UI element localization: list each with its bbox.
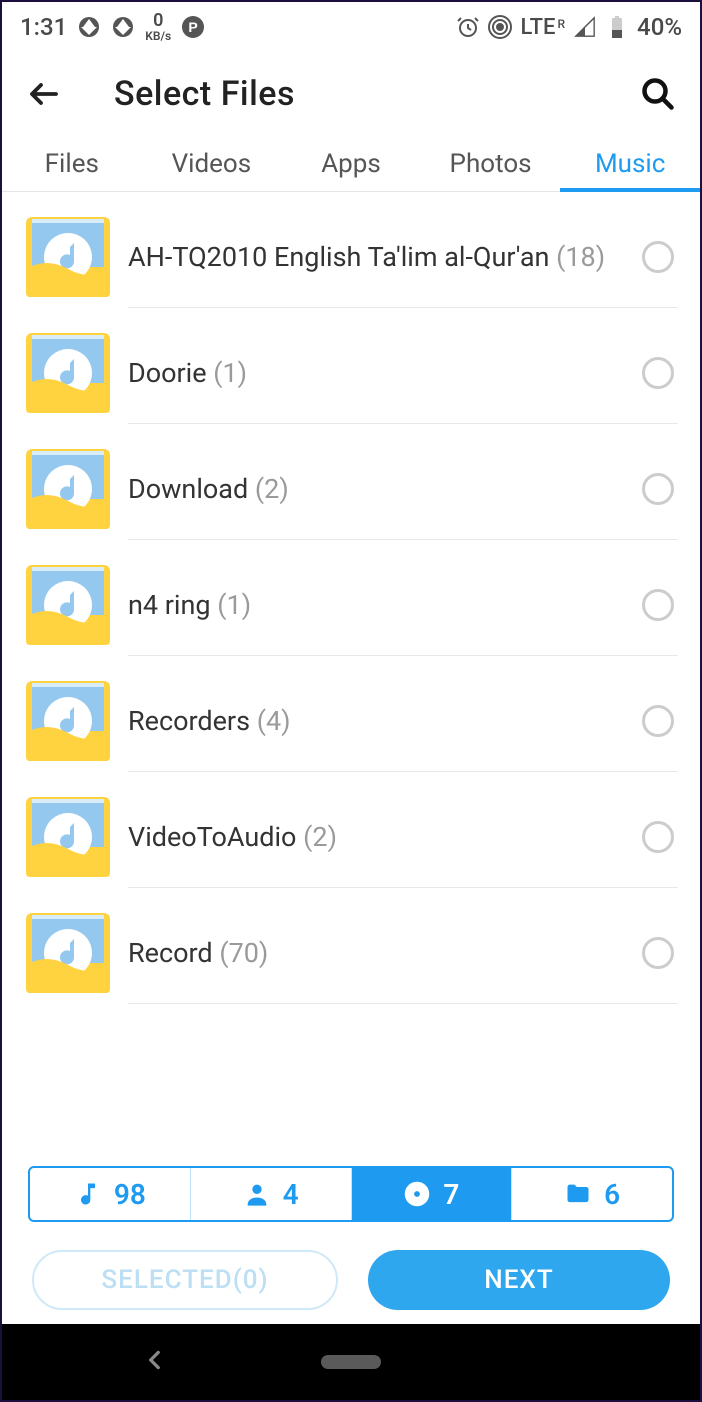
folder-music-icon xyxy=(24,909,112,997)
svg-text:P: P xyxy=(189,19,198,35)
nav-home-pill[interactable] xyxy=(321,1355,381,1369)
status-time: 1:31 xyxy=(20,13,67,41)
count-music[interactable]: 98 xyxy=(30,1168,191,1220)
select-radio[interactable] xyxy=(642,473,674,505)
tab-music[interactable]: Music xyxy=(560,136,700,191)
status-right: LTE R 40% xyxy=(456,13,682,41)
network-speed: 0 KB/s xyxy=(145,12,171,42)
select-radio[interactable] xyxy=(642,821,674,853)
select-radio[interactable] xyxy=(642,937,674,969)
category-counts: 98 4 7 6 xyxy=(28,1166,674,1222)
item-name: n4 ring (1) xyxy=(128,589,622,621)
list-item[interactable]: Record (70) xyxy=(2,888,700,1004)
item-name: VideoToAudio (2) xyxy=(128,821,622,853)
list-item[interactable]: Doorie (1) xyxy=(2,308,700,424)
item-name: Download (2) xyxy=(128,473,622,505)
select-radio[interactable] xyxy=(642,241,674,273)
count-disc[interactable]: 7 xyxy=(352,1168,513,1220)
page-title: Select Files xyxy=(114,74,295,114)
status-bar: 1:31 0 KB/s P LTE R 40% xyxy=(2,2,700,52)
network-roaming: R xyxy=(557,17,565,31)
select-radio[interactable] xyxy=(642,705,674,737)
select-radio[interactable] xyxy=(642,357,674,389)
count-people[interactable]: 4 xyxy=(191,1168,352,1220)
folder-music-icon xyxy=(24,213,112,301)
tabs: Files Videos Apps Photos Music xyxy=(2,136,700,192)
item-name: Doorie (1) xyxy=(128,357,622,389)
item-name: Recorders (4) xyxy=(128,705,622,737)
folder-music-icon xyxy=(24,329,112,417)
count-folder[interactable]: 6 xyxy=(512,1168,672,1220)
selected-button[interactable]: SELECTED(0) xyxy=(32,1250,338,1310)
list-item[interactable]: Download (2) xyxy=(2,424,700,540)
battery-percent: 40% xyxy=(637,13,682,41)
header: Select Files xyxy=(2,52,700,136)
list-item[interactable]: VideoToAudio (2) xyxy=(2,772,700,888)
list-item[interactable]: n4 ring (1) xyxy=(2,540,700,656)
back-button[interactable] xyxy=(24,74,64,114)
status-left: 1:31 0 KB/s P xyxy=(20,12,205,42)
p-icon: P xyxy=(181,15,205,39)
folder-music-icon xyxy=(24,793,112,881)
music-folder-list: AH-TQ2010 English Ta'lim al-Qur'an (18) … xyxy=(2,192,700,1004)
network-type: LTE xyxy=(520,15,555,40)
next-button[interactable]: NEXT xyxy=(368,1250,670,1310)
item-name: Record (70) xyxy=(128,937,622,969)
battery-icon xyxy=(605,15,629,39)
item-name: AH-TQ2010 English Ta'lim al-Qur'an (18) xyxy=(128,241,622,273)
folder-music-icon xyxy=(24,445,112,533)
hotspot-icon xyxy=(488,15,512,39)
nav-back-icon[interactable] xyxy=(142,1347,168,1377)
action-buttons: SELECTED(0) NEXT xyxy=(32,1250,670,1310)
tab-photos[interactable]: Photos xyxy=(421,136,561,191)
list-item[interactable]: Recorders (4) xyxy=(2,656,700,772)
signal-icon xyxy=(573,15,597,39)
folder-music-icon xyxy=(24,561,112,649)
alarm-icon xyxy=(456,15,480,39)
select-radio[interactable] xyxy=(642,589,674,621)
tab-apps[interactable]: Apps xyxy=(281,136,421,191)
tab-videos[interactable]: Videos xyxy=(142,136,282,191)
tab-files[interactable]: Files xyxy=(2,136,142,191)
list-item[interactable]: AH-TQ2010 English Ta'lim al-Qur'an (18) xyxy=(2,192,700,308)
camera-aperture-icon xyxy=(77,15,101,39)
android-navbar xyxy=(2,1324,700,1400)
camera-aperture-icon xyxy=(111,15,135,39)
search-button[interactable] xyxy=(638,74,678,114)
folder-music-icon xyxy=(24,677,112,765)
